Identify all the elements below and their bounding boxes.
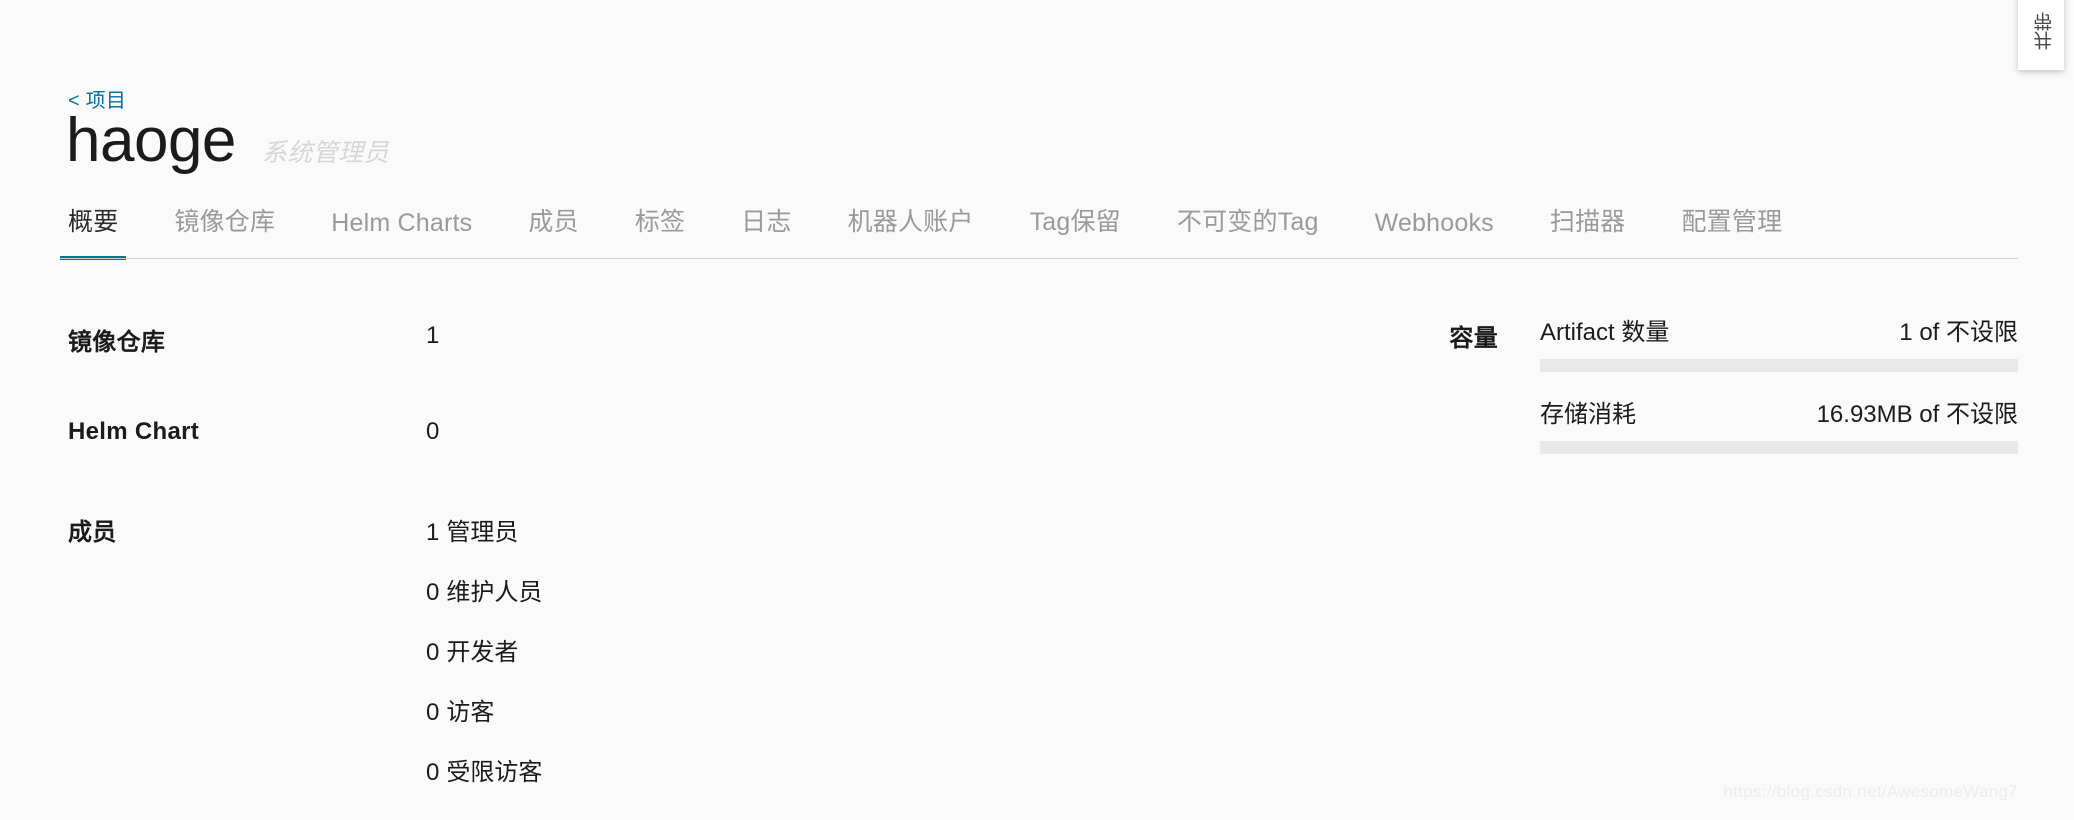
tab-6[interactable]: 机器人账户 xyxy=(848,202,974,260)
member-count: 0 xyxy=(426,579,440,606)
member-count: 1 xyxy=(426,519,440,546)
member-role-name: 开发者 xyxy=(446,639,519,666)
member-role-row: 0 维护人员 xyxy=(426,572,542,607)
repositories-value: 1 xyxy=(426,322,440,349)
project-overview-page: < 项目 haoge 系统管理员 概要 镜像仓库 Helm Charts 成员 标签 日志… xyxy=(0,0,2074,820)
capacity-row-label: 存储消耗 xyxy=(1540,401,1636,428)
summary-row-members: 成员 1 管理员 0 维护人员 0 开发者 0 访客 0 受限访客 xyxy=(68,512,968,786)
project-summary: 镜像仓库 1 Helm Chart 0 成员 1 管理员 0 维护人员 0 开发者 0 访客 0… xyxy=(68,322,968,786)
capacity-row-head: 存储消耗 16.93MB of 不设限 xyxy=(1540,394,2018,429)
page-title: haoge xyxy=(66,106,236,175)
repositories-label: 镜像仓库 xyxy=(68,329,166,356)
rotated-overlay-card[interactable]: 井带 xyxy=(2018,0,2064,70)
members-label: 成员 xyxy=(68,519,117,546)
member-role-row: 0 访客 xyxy=(426,692,542,727)
capacity-title: 容量 xyxy=(1449,325,1498,352)
helm-chart-label: Helm Chart xyxy=(68,418,200,445)
watermark: https://blog.csdn.net/AwesomeWang7 xyxy=(1723,782,2018,801)
member-role-name: 维护人员 xyxy=(446,579,543,606)
tab-2[interactable]: Helm Charts xyxy=(331,209,472,260)
member-role-row: 1 管理员 xyxy=(426,512,542,547)
rotated-overlay-text: 井带 xyxy=(2030,12,2053,50)
summary-row-helm-chart: Helm Chart 0 xyxy=(68,418,968,445)
capacity-progress-bar xyxy=(1540,441,2018,454)
capacity-row: 存储消耗 16.93MB of 不设限 xyxy=(1540,394,2018,454)
project-role-label: 系统管理员 xyxy=(261,139,389,167)
page-title-row: haoge 系统管理员 xyxy=(66,110,389,172)
member-count: 0 xyxy=(426,639,440,666)
capacity-row-label: Artifact 数量 xyxy=(1540,319,1670,346)
tab-1[interactable]: 镜像仓库 xyxy=(174,202,275,260)
capacity-progress-bar xyxy=(1540,359,2018,372)
tab-5[interactable]: 日志 xyxy=(741,202,791,260)
tab-bar-divider xyxy=(60,258,2018,259)
capacity-row-head: Artifact 数量 1 of 不设限 xyxy=(1540,312,2018,347)
member-role-name: 访客 xyxy=(446,699,495,726)
member-role-name: 管理员 xyxy=(446,519,519,546)
tab-0[interactable]: 概要 xyxy=(59,202,127,260)
members-breakdown-list: 1 管理员 0 维护人员 0 开发者 0 访客 0 受限访客 xyxy=(426,512,542,787)
tab-3[interactable]: 成员 xyxy=(528,202,578,260)
member-role-row: 0 开发者 xyxy=(426,632,542,667)
tab-9[interactable]: Webhooks xyxy=(1375,209,1494,260)
member-count: 0 xyxy=(426,699,440,726)
project-tab-bar: 概要 镜像仓库 Helm Charts 成员 标签 日志 机器人账户 Tag保留 不可变的Tag… xyxy=(59,200,1782,260)
tab-4[interactable]: 标签 xyxy=(635,202,685,260)
summary-row-repositories: 镜像仓库 1 xyxy=(68,322,968,356)
capacity-row-value: 16.93MB of 不设限 xyxy=(1816,401,2018,428)
capacity-rows: Artifact 数量 1 of 不设限存储消耗 16.93MB of 不设限 xyxy=(1540,312,2018,454)
capacity-row: Artifact 数量 1 of 不设限 xyxy=(1540,312,2018,372)
tab-10[interactable]: 扫描器 xyxy=(1550,202,1626,260)
tab-8[interactable]: 不可变的Tag xyxy=(1177,202,1319,260)
member-role-row: 0 受限访客 xyxy=(426,752,542,787)
capacity-row-value: 1 of 不设限 xyxy=(1899,319,2018,346)
helm-chart-value: 0 xyxy=(426,418,440,445)
tab-11[interactable]: 配置管理 xyxy=(1681,202,1782,260)
member-role-name: 受限访客 xyxy=(446,759,543,786)
tab-7[interactable]: Tag保留 xyxy=(1030,202,1121,260)
member-count: 0 xyxy=(426,759,440,786)
